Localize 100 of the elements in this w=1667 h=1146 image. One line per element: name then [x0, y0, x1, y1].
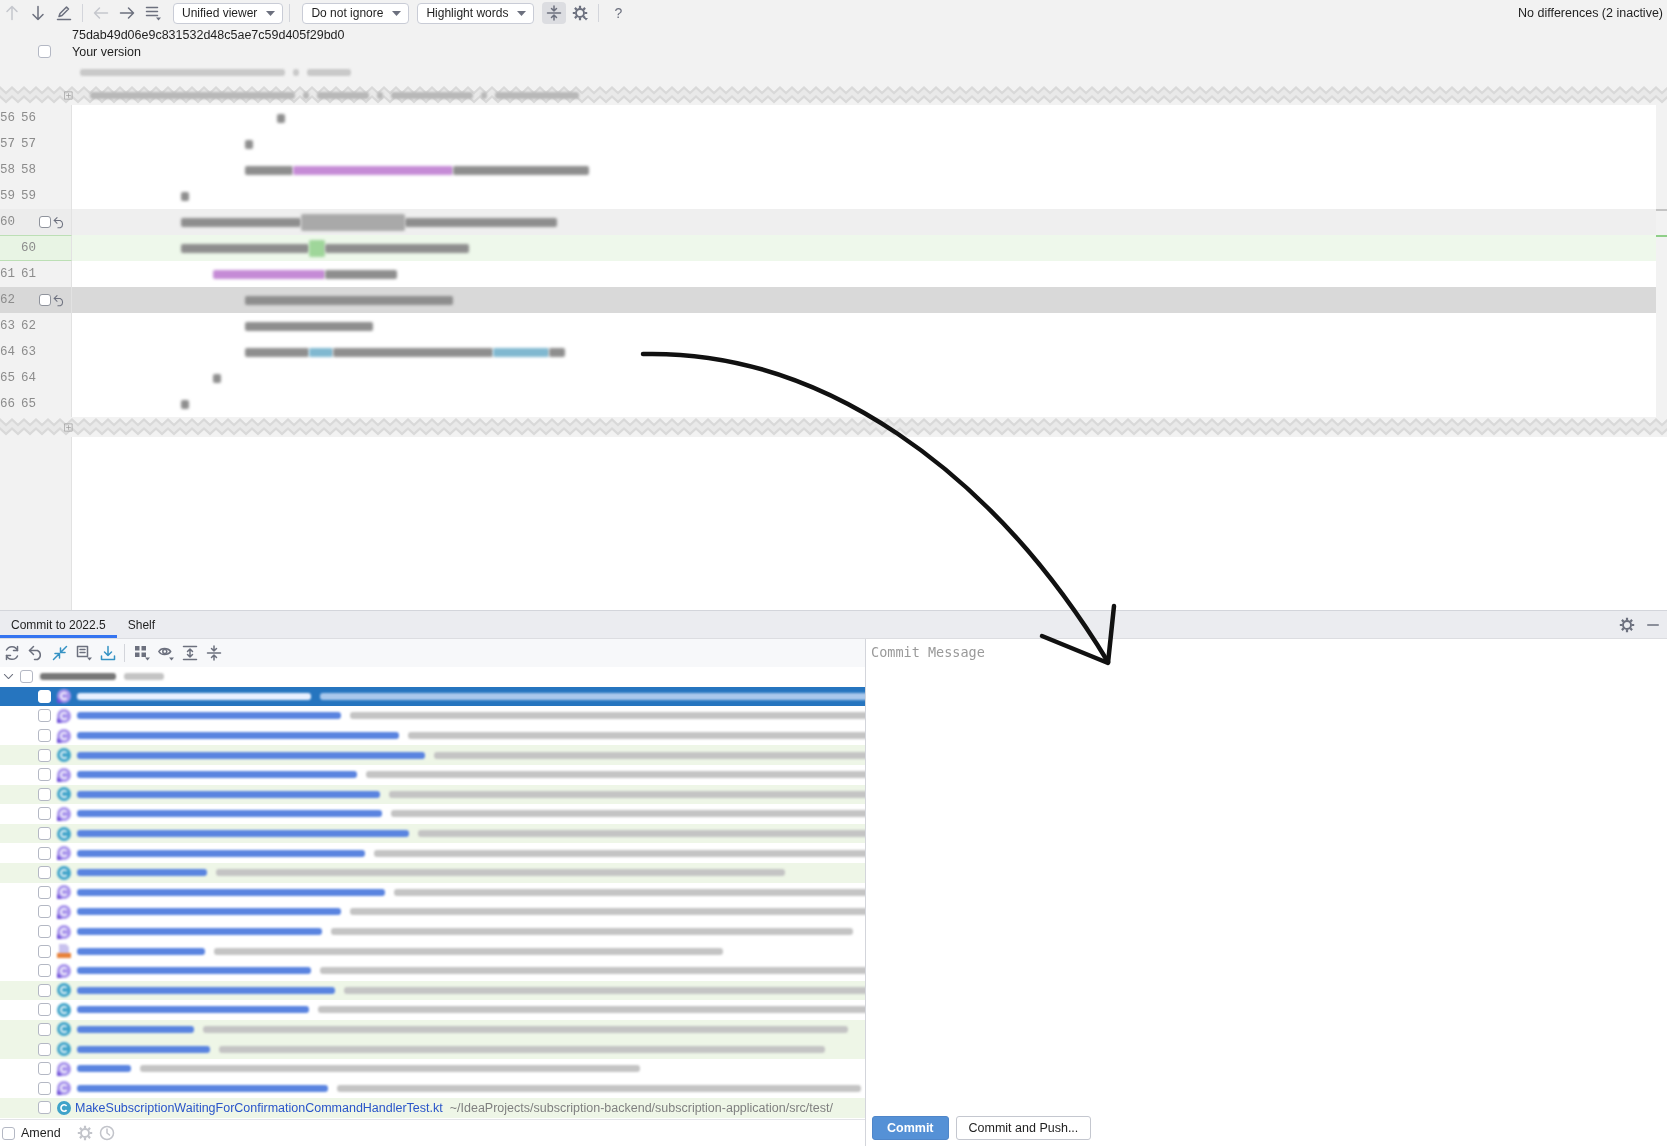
blurred-file-icon — [57, 885, 71, 900]
minimize-icon — [1647, 623, 1659, 626]
document-list-icon — [75, 645, 92, 661]
checkbox[interactable] — [38, 827, 51, 841]
expand-icon — [64, 90, 73, 100]
blurred-file-icon — [57, 767, 71, 782]
arrow-down-icon — [30, 5, 46, 21]
dropdown[interactable]: Highlight words — [417, 2, 535, 24]
expand-all-icon — [181, 645, 198, 661]
settings-icon — [572, 5, 589, 21]
arrow-right-icon — [119, 5, 135, 21]
tab[interactable]: Commit to 2022.5 — [0, 611, 117, 638]
checkbox[interactable] — [38, 45, 51, 58]
change-marker — [1656, 209, 1667, 211]
line-number: 56 — [0, 111, 15, 125]
line-number: 63 — [21, 345, 36, 359]
line-number: 60 — [0, 215, 15, 229]
grid-icon — [133, 645, 150, 661]
dropdown[interactable]: Unified viewer — [173, 2, 284, 24]
blurred-file-icon — [57, 1022, 71, 1037]
checkbox[interactable] — [38, 1042, 51, 1056]
blurred-file-icon — [57, 924, 71, 939]
download-icon — [99, 645, 116, 661]
tab[interactable]: Shelf — [116, 611, 167, 638]
checkbox[interactable] — [38, 1081, 51, 1095]
checkbox[interactable] — [38, 768, 51, 782]
blurred-file-icon — [57, 709, 71, 723]
expand-icon — [64, 422, 73, 432]
checkbox[interactable] — [38, 709, 51, 723]
checkbox[interactable] — [38, 964, 51, 978]
version-label: Your version — [72, 44, 143, 59]
revision-hash: 75dab49d06e9c831532d48c5ae7c59d405f29bd0 — [72, 27, 346, 42]
collapse-toggle-button[interactable] — [542, 2, 567, 24]
file-row[interactable] — [0, 784, 865, 805]
file-row[interactable] — [0, 1039, 865, 1059]
checkbox[interactable] — [38, 1023, 51, 1036]
help-button[interactable]: ? — [607, 5, 630, 21]
blurred-file-icon — [57, 963, 71, 978]
blurred-file-icon — [57, 1081, 71, 1096]
list-menu-icon — [145, 5, 161, 21]
blurred-file-icon — [57, 846, 71, 861]
undo-icon — [27, 645, 44, 661]
settings-icon — [76, 1125, 93, 1141]
file-row[interactable] — [0, 686, 865, 707]
checkbox[interactable] — [38, 729, 51, 743]
line-number: 66 — [0, 397, 15, 411]
line-number: 57 — [21, 137, 36, 151]
arrow-left-icon — [93, 5, 109, 21]
checkbox[interactable] — [38, 885, 51, 899]
collapse-icon — [546, 5, 563, 21]
checkbox[interactable] — [38, 1101, 51, 1115]
collapse-all-icon — [205, 645, 222, 661]
arrows-inward-icon — [51, 645, 68, 661]
checkbox[interactable] — [38, 787, 51, 801]
file-row[interactable] — [0, 862, 865, 883]
line-checkbox[interactable] — [39, 294, 51, 306]
file-row[interactable] — [0, 823, 865, 844]
line-number: 64 — [21, 371, 36, 385]
revert-icon — [53, 215, 66, 229]
blurred-file-icon — [57, 689, 71, 704]
change-marker — [1656, 235, 1667, 237]
blurred-file-icon — [57, 728, 71, 743]
class-icon — [57, 1100, 71, 1115]
blurred-file-icon — [57, 806, 71, 821]
checkbox[interactable] — [38, 944, 51, 958]
checkbox[interactable] — [38, 1003, 51, 1017]
settings-icon — [1619, 616, 1635, 633]
checkbox[interactable] — [38, 846, 51, 860]
checkbox[interactable] — [2, 1126, 15, 1140]
checkbox[interactable] — [38, 866, 51, 880]
pencil-icon — [56, 5, 72, 21]
checkbox[interactable] — [20, 670, 33, 684]
checkbox[interactable] — [38, 807, 51, 821]
line-number: 59 — [0, 189, 15, 203]
arrow-up-icon — [4, 5, 20, 21]
checkbox[interactable] — [38, 1062, 51, 1076]
file-row[interactable] — [0, 745, 865, 765]
line-number: 61 — [21, 267, 36, 281]
line-checkbox[interactable] — [39, 216, 51, 228]
revert-icon — [53, 293, 66, 307]
blurred-file-count — [124, 673, 164, 681]
checkbox[interactable] — [38, 925, 51, 938]
checkbox[interactable] — [38, 983, 51, 997]
file-row[interactable] — [0, 980, 865, 1001]
dropdown[interactable]: Do not ignore — [302, 2, 410, 24]
line-number: 57 — [0, 137, 15, 151]
checkbox[interactable] — [38, 748, 51, 762]
blurred-file-icon — [57, 865, 71, 880]
line-number: 62 — [0, 293, 15, 307]
line-number: 65 — [0, 371, 15, 385]
line-number: 58 — [21, 163, 36, 177]
status-text: No differences (2 inactive) — [1518, 6, 1663, 20]
file-row[interactable] — [0, 1019, 865, 1040]
file-row[interactable]: MakeSubscriptionWaitingForConfirmationCommandHandlerTest.kt ~/IdeaProjects/subscription-backend/subscription-application/src/test/ — [0, 1098, 865, 1118]
line-number: 64 — [0, 345, 15, 359]
caret-down-icon — [266, 10, 276, 16]
checkbox[interactable] — [38, 905, 51, 919]
file-path: ~/IdeaProjects/subscription-backend/subscription-application/src/test/ — [449, 1100, 833, 1115]
line-number: 61 — [0, 267, 15, 281]
commit-button[interactable]: Commit and Push... — [955, 1115, 1092, 1140]
